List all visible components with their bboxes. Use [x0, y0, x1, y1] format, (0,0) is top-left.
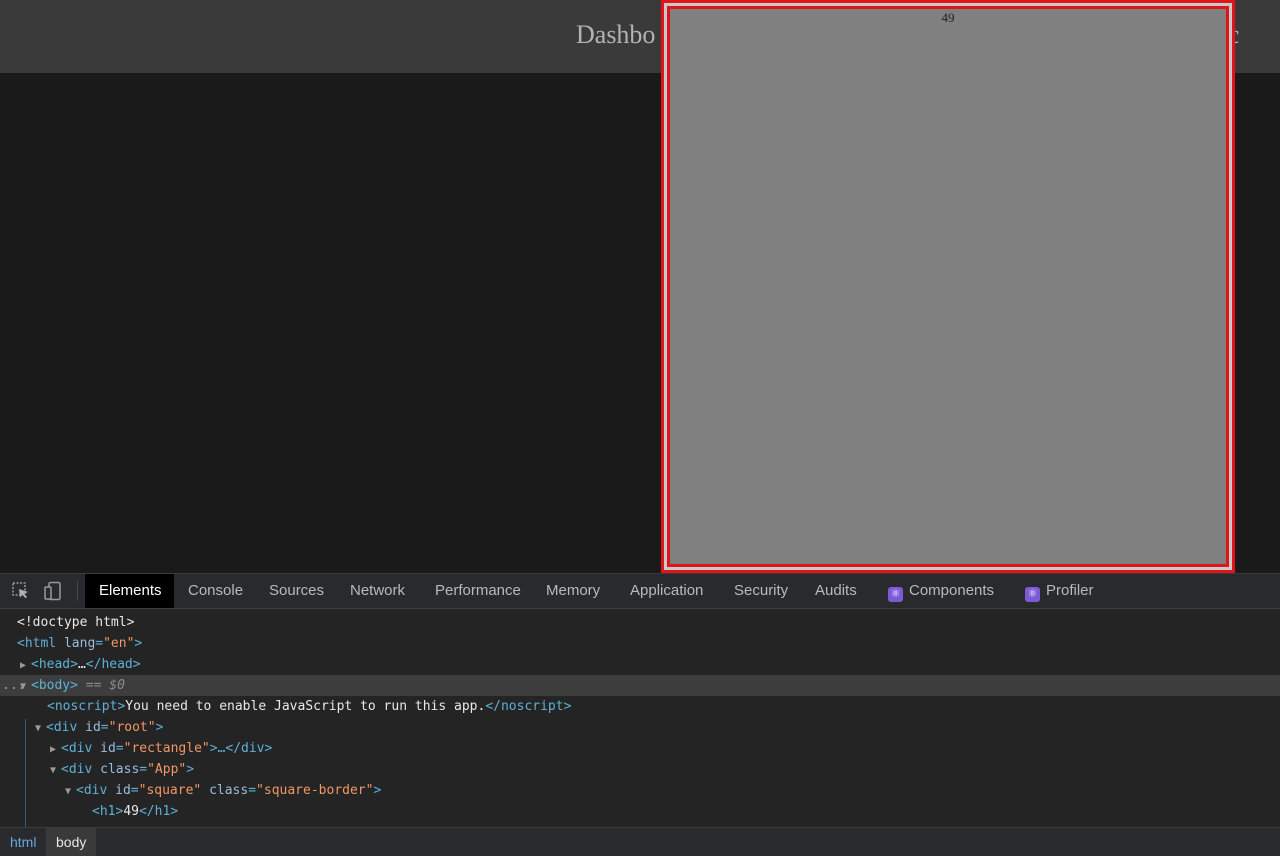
- collapse-triangle-icon[interactable]: ▼: [50, 760, 61, 781]
- tab-network[interactable]: Network: [336, 574, 419, 608]
- tab-audits[interactable]: Audits: [801, 574, 871, 608]
- rectangle-ellipsis: >…: [209, 741, 226, 756]
- close-bracket: >: [373, 783, 382, 798]
- dom-node-body-selected[interactable]: ... ▼ <body> == $0: [0, 675, 1280, 696]
- dom-node-html[interactable]: <html lang="en">: [0, 633, 1280, 654]
- tab-application[interactable]: Application: [616, 574, 717, 608]
- rectangle-div-tag: <div: [61, 741, 93, 756]
- square-div-tag: <div: [76, 783, 108, 798]
- selected-node-ref: == $0: [85, 678, 125, 693]
- tab-components[interactable]: ⚛ Components: [874, 574, 1008, 608]
- h1-close-tag: </h1>: [138, 804, 179, 819]
- tab-memory[interactable]: Memory: [532, 574, 614, 608]
- root-div-tag: <div: [46, 720, 78, 735]
- equals-sign: =: [130, 783, 139, 798]
- tab-elements[interactable]: Elements: [85, 574, 174, 608]
- square-class-attr: class: [209, 783, 249, 798]
- app-div-tag: <div: [61, 762, 93, 777]
- square-id-value: "square": [138, 783, 202, 798]
- head-tag: <head>: [31, 657, 78, 672]
- noscript-close-tag: </noscript>: [485, 699, 572, 714]
- breadcrumb-body[interactable]: body: [46, 828, 97, 856]
- square-id-attr: id: [115, 783, 131, 798]
- tab-sources[interactable]: Sources: [255, 574, 338, 608]
- dom-node-root[interactable]: ▼ <div id="root">: [0, 717, 1280, 738]
- equals-sign: =: [100, 720, 109, 735]
- dom-node-app[interactable]: ▼ <div class="App">: [0, 759, 1280, 780]
- square-highlighted[interactable]: 49: [661, 0, 1235, 573]
- rectangle-close-tag: </div>: [225, 741, 273, 756]
- dom-node-doctype[interactable]: <!doctype html>: [0, 612, 1280, 633]
- breadcrumb: html body: [0, 827, 1280, 856]
- tab-security[interactable]: Security: [720, 574, 802, 608]
- html-lang-value: "en": [103, 636, 135, 651]
- body-tag: <body>: [31, 678, 78, 693]
- expand-triangle-icon[interactable]: ▶: [20, 655, 31, 676]
- tab-performance[interactable]: Performance: [421, 574, 535, 608]
- rectangle-id-attr: id: [100, 741, 116, 756]
- react-profiler-icon: ⚛: [1025, 587, 1040, 602]
- root-id-attr: id: [85, 720, 101, 735]
- dom-node-h1[interactable]: <h1>49</h1>: [0, 801, 1280, 822]
- rectangle-id-value: "rectangle": [123, 741, 210, 756]
- device-toolbar-icon[interactable]: [43, 581, 63, 601]
- doctype-text: <!doctype html>: [17, 615, 135, 630]
- devtools-toolbar: Elements Console Sources Network Perform…: [0, 574, 1280, 609]
- breadcrumb-html[interactable]: html: [0, 828, 46, 856]
- collapse-triangle-icon[interactable]: ▼: [65, 781, 76, 802]
- more-actions-icon[interactable]: ...: [2, 675, 25, 696]
- equals-sign: =: [115, 741, 124, 756]
- app-class-value: "App": [147, 762, 187, 777]
- noscript-tag: <noscript>: [47, 699, 126, 714]
- react-components-icon: ⚛: [888, 587, 903, 602]
- dom-tree: <!doctype html> <html lang="en"> ▶ <head>…: [0, 609, 1280, 827]
- equals-sign: =: [95, 636, 104, 651]
- html-lang-attr: lang: [63, 636, 96, 651]
- close-bracket: >: [155, 720, 164, 735]
- tab-console[interactable]: Console: [174, 574, 257, 608]
- inspect-element-icon[interactable]: [11, 581, 31, 601]
- square-class-value: "square-border": [256, 783, 374, 798]
- expand-triangle-icon[interactable]: ▶: [50, 739, 61, 760]
- toolbar-divider: [77, 581, 78, 601]
- close-bracket: >: [186, 762, 195, 777]
- collapse-triangle-icon[interactable]: ▼: [35, 718, 46, 739]
- page-viewport: Dashbo ntac 49: [0, 0, 1280, 573]
- h1-tag: <h1>: [92, 804, 124, 819]
- dom-node-rectangle[interactable]: ▶ <div id="rectangle">…</div>: [0, 738, 1280, 759]
- h1-text: 49: [123, 804, 139, 819]
- noscript-text: You need to enable JavaScript to run thi…: [125, 699, 486, 714]
- tab-profiler-label: Profiler: [1046, 582, 1094, 599]
- html-tag: <html: [17, 636, 57, 651]
- head-ellipsis: …: [77, 657, 86, 672]
- app-class-attr: class: [100, 762, 140, 777]
- square-heading: 49: [941, 10, 955, 25]
- equals-sign: =: [248, 783, 257, 798]
- html-close-bracket: >: [134, 636, 143, 651]
- dom-node-noscript[interactable]: <noscript>You need to enable JavaScript …: [0, 696, 1280, 717]
- tab-components-label: Components: [909, 582, 995, 599]
- devtools-panel: Elements Console Sources Network Perform…: [0, 573, 1280, 856]
- head-close-tag: </head>: [85, 657, 141, 672]
- equals-sign: =: [139, 762, 148, 777]
- tab-profiler[interactable]: ⚛ Profiler: [1011, 574, 1108, 608]
- root-id-value: "root": [108, 720, 156, 735]
- dom-node-square[interactable]: ▼ <div id="square" class="square-border">: [0, 780, 1280, 801]
- dom-node-head[interactable]: ▶ <head>…</head>: [0, 654, 1280, 675]
- nav-link-dashboard[interactable]: Dashbo: [576, 20, 655, 50]
